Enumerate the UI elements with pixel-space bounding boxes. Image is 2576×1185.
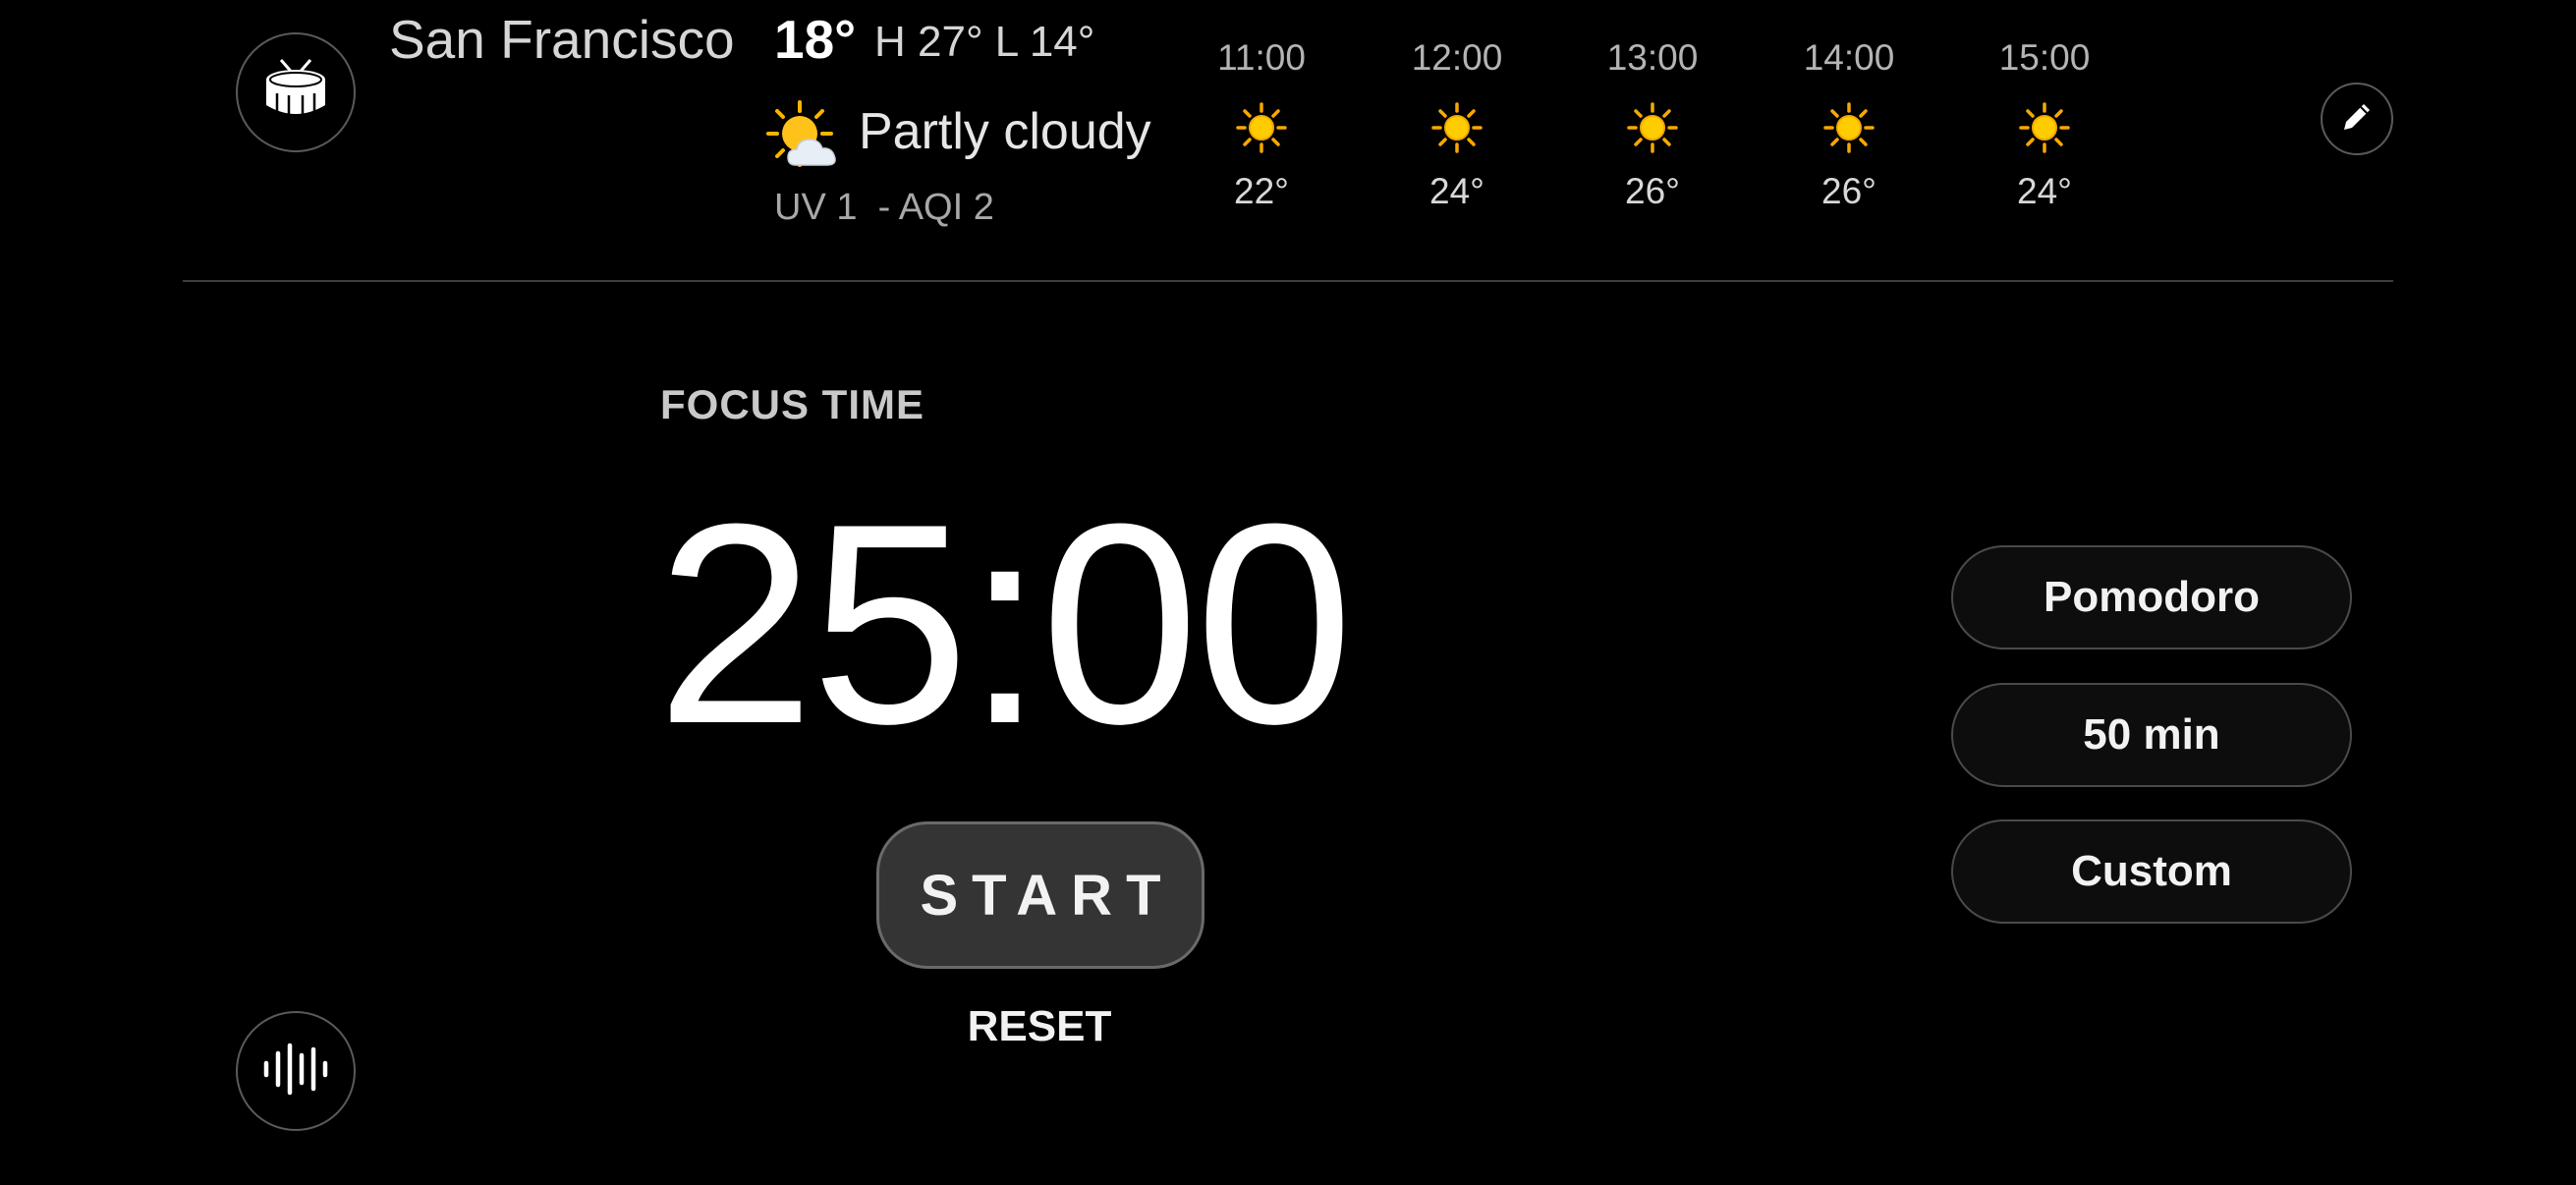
hour-temperature: 24° [2017,171,2072,211]
hourly-forecast-item: 12:00 24° [1388,33,1526,216]
timer-display: 25:00 [656,465,1354,783]
high-low-temperature: H 27° L 14° [874,18,1095,66]
preset-pomodoro-button[interactable]: Pomodoro [1951,545,2352,649]
hour-time: 11:00 [1217,37,1306,78]
hour-time: 15:00 [1998,37,2091,78]
current-temperature: 18° [774,9,857,70]
preset-50-min-button[interactable]: 50 min [1951,683,2352,787]
uv-aqi-readout: UV 1 - AQI 2 [774,187,994,228]
sun-icon [1431,88,1483,167]
hourly-forecast-item: 14:00 26° [1780,33,1918,216]
sun-icon [1236,88,1287,167]
reset-button[interactable]: RESET [941,1002,1138,1051]
sound-wave-icon [261,1040,330,1103]
hourly-forecast-item: 13:00 26° [1584,33,1721,216]
hour-time: 13:00 [1606,37,1699,78]
start-button[interactable]: START [876,821,1204,969]
focus-timer-screen: San Francisco 18° H 27° L 14° Partly clo… [0,0,2576,1185]
header-divider [183,280,2393,282]
hour-time: 14:00 [1803,37,1895,78]
drum-button[interactable] [236,32,356,152]
hour-time: 12:00 [1411,37,1503,78]
pencil-icon [2337,97,2377,141]
sound-button[interactable] [236,1011,356,1131]
city-name: San Francisco [389,9,735,70]
partly-cloudy-icon [766,100,843,182]
sun-icon [2019,88,2070,167]
hour-temperature: 24° [1429,171,1484,211]
sun-icon [1823,88,1875,167]
hour-temperature: 26° [1821,171,1876,211]
drum-icon [259,54,332,132]
weather-condition: Partly cloudy [859,103,1151,160]
hour-temperature: 22° [1234,171,1289,211]
hourly-forecast-item: 11:00 22° [1193,33,1330,216]
focus-time-label: FOCUS TIME [660,381,924,427]
edit-button[interactable] [2321,83,2393,155]
hourly-forecast-item: 15:00 24° [1976,33,2113,216]
preset-custom-button[interactable]: Custom [1951,819,2352,924]
hour-temperature: 26° [1625,171,1680,211]
sun-icon [1627,88,1678,167]
